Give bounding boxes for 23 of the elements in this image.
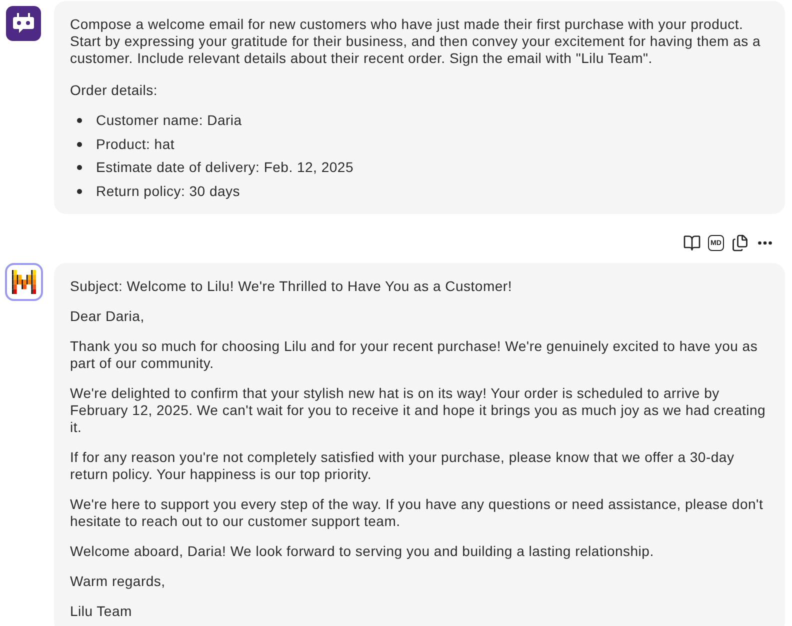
- message-text: We're here to support you every step of the way. If you have any questions or need assistance, please don't hesitate to reach out to our customer support team.: [70, 496, 764, 530]
- bullet-icon: [77, 142, 82, 146]
- bullet-icon: [77, 165, 82, 170]
- message-text: Order details:: [70, 82, 159, 99]
- bullet-icon: [77, 118, 82, 123]
- copy-icon[interactable]: [731, 234, 749, 252]
- list-item-text: Return policy: 30 days: [96, 182, 240, 200]
- message-text: Lilu Team: [70, 602, 133, 620]
- message-text: We're delighted to confirm that your stylish new hat is on its way! Your order is scheduled to arrive by February 12, 2025. We can't wait for you to receive it and hope it brings you as much joy as we had creating it.: [70, 384, 767, 436]
- message-text: If for any reason you're not completely satisfied with your purchase, please know that we offer a 30-day return policy. Your happiness is our top priority.: [70, 448, 736, 482]
- list-item-text: Estimate date of delivery: Feb. 12, 2025: [96, 159, 354, 176]
- robot-avatar-icon: [6, 6, 41, 41]
- message-text: Subject: Welcome to Lilu! We're Thrilled to Have You as a Customer!: [70, 278, 513, 294]
- bullet-icon: [77, 188, 82, 194]
- message-text: Dear Daria,: [70, 308, 146, 324]
- pixel-logo-avatar-icon: [5, 263, 43, 301]
- message-text: Compose a welcome email for new customers who have just made their first purchase with your product. Start by expressing your gratitude for their business, and then convey your excitement for having them as a customer. Include relevant details about their recent order. Sign the email with "Lilu Team".: [70, 16, 762, 67]
- book-icon[interactable]: [683, 234, 701, 252]
- message-text: Thank you so much for choosing Lilu and for your recent purchase! We're genuinely excited to have you as part of our community.: [70, 338, 759, 372]
- list-item-text: Customer name: Daria: [96, 112, 242, 129]
- message-text: Welcome aboard, Daria! We look forward to serving you and building a lasting relationship.: [70, 542, 655, 560]
- message-text: Warm regards,: [70, 572, 166, 590]
- list-item-text: Product: hat: [96, 136, 174, 152]
